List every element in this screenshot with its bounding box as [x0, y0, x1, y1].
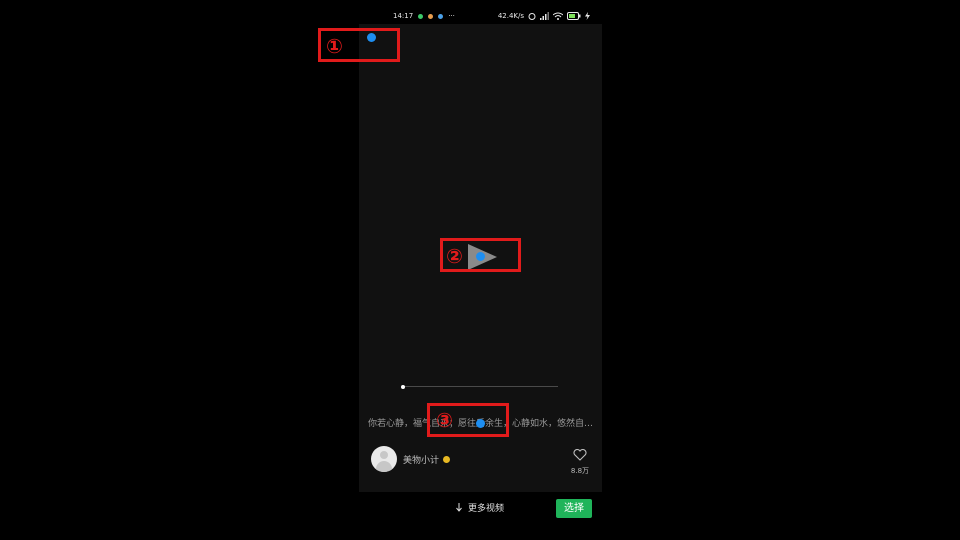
- author-name[interactable]: 美物小计: [403, 453, 439, 466]
- annotation-label-2: ②: [446, 244, 463, 268]
- annotation-label-3: ③: [436, 408, 453, 432]
- status-right: 42.4K/s: [498, 8, 590, 24]
- like-button[interactable]: 8.8万: [568, 446, 592, 476]
- screen: 14:17 ··· 42.4K/s 你若心静，福气自来；愿往后余生，心静如水，悠…: [0, 0, 960, 540]
- signal-icon: [540, 12, 549, 20]
- heart-icon: [573, 448, 587, 461]
- status-bar: 14:17 ··· 42.4K/s: [359, 8, 602, 24]
- app-notification-icon: [438, 13, 444, 19]
- alarm-icon: [528, 13, 536, 20]
- progress-knob[interactable]: [401, 385, 405, 389]
- wifi-icon: [553, 12, 563, 20]
- progress-bar[interactable]: [402, 386, 558, 387]
- app-notification-icon: [418, 13, 424, 19]
- arrow-down-icon: [456, 503, 462, 512]
- charging-icon: [585, 12, 590, 20]
- avatar[interactable]: [371, 446, 397, 472]
- bottom-bar: 更多视频 选择: [359, 492, 602, 540]
- annotation-marker-1: [367, 33, 376, 42]
- net-speed: 42.4K/s: [497, 12, 524, 20]
- avatar-body: [376, 461, 392, 472]
- status-left: 14:17 ···: [393, 8, 455, 24]
- annotation-label-1: ①: [326, 34, 343, 58]
- more-notifications-icon: ···: [448, 12, 455, 20]
- author-row[interactable]: 美物小计: [371, 446, 451, 472]
- like-count: 8.8万: [570, 467, 590, 475]
- battery-icon: [567, 12, 581, 20]
- avatar-head: [380, 451, 388, 459]
- annotation-marker-2: [476, 252, 485, 261]
- verified-badge-icon: [443, 455, 451, 463]
- more-videos-label: 更多视频: [468, 504, 505, 514]
- select-button[interactable]: 选择: [556, 499, 592, 518]
- more-videos-link[interactable]: 更多视频: [456, 501, 504, 514]
- app-notification-icon: [428, 13, 434, 19]
- annotation-marker-3: [476, 419, 485, 428]
- status-time: 14:17: [393, 12, 414, 20]
